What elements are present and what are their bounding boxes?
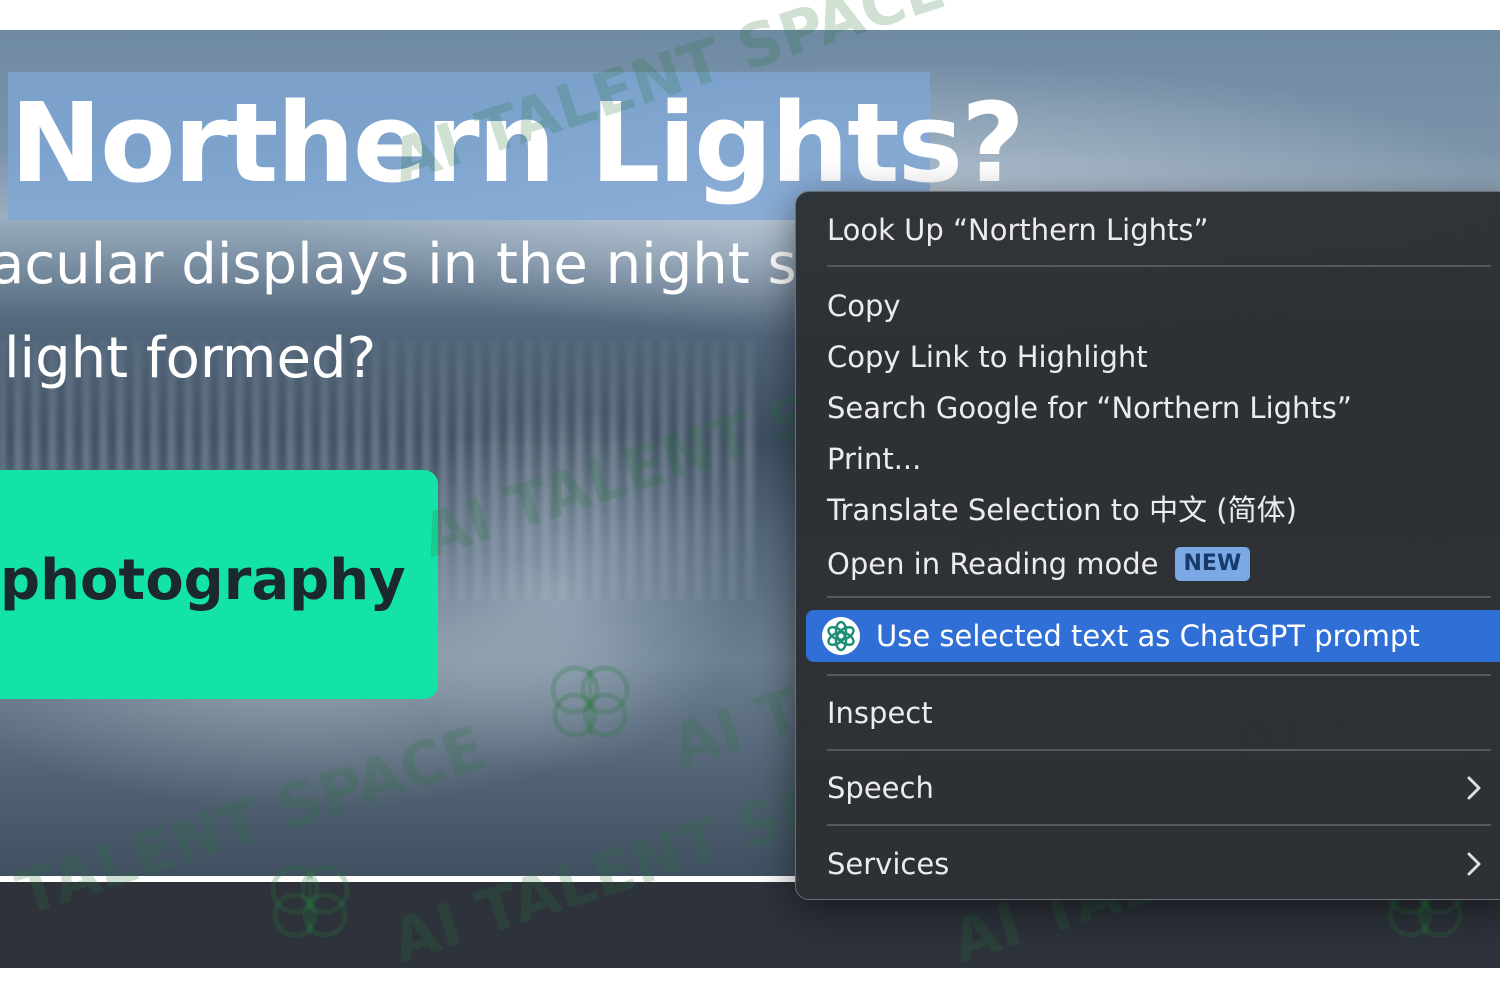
menu-item-open-in-reading-mode[interactable]: Open in Reading mode NEW	[827, 542, 1251, 586]
menu-item-inspect[interactable]: Inspect	[827, 691, 933, 735]
new-badge: NEW	[1174, 547, 1251, 581]
browser-viewport: Northern Lights? acular displays in the …	[0, 0, 1500, 1000]
hero-divider	[0, 876, 800, 882]
context-menu: Look Up “Northern Lights” Copy Copy Link…	[795, 191, 1500, 900]
menu-item-copy-link-to-highlight[interactable]: Copy Link to Highlight	[827, 335, 1148, 379]
chevron-right-icon	[1467, 852, 1481, 876]
chevron-right-icon	[1467, 776, 1481, 800]
menu-item-look-up[interactable]: Look Up “Northern Lights”	[827, 208, 1209, 252]
hero-subtitle-line-1: acular displays in the night s	[0, 232, 797, 297]
menu-item-search-google[interactable]: Search Google for “Northern Lights”	[827, 386, 1352, 430]
menu-item-translate-selection[interactable]: Translate Selection to 中文 (简体)	[827, 488, 1297, 532]
hero-subtitle-line-2: light formed?	[4, 326, 377, 391]
chatgpt-icon	[822, 617, 860, 655]
menu-item-copy[interactable]: Copy	[827, 284, 901, 328]
menu-separator	[827, 596, 1491, 598]
menu-item-services[interactable]: Services	[827, 842, 949, 886]
menu-separator	[827, 265, 1491, 267]
menu-separator	[827, 674, 1491, 676]
menu-item-use-selected-text-as-chatgpt-prompt[interactable]: Use selected text as ChatGPT prompt	[806, 610, 1500, 662]
menu-item-open-in-reading-mode-label: Open in Reading mode	[827, 547, 1159, 581]
photography-button[interactable]	[0, 470, 438, 699]
menu-item-speech[interactable]: Speech	[827, 766, 934, 810]
menu-separator	[827, 824, 1491, 826]
chatgpt-prompt-label: Use selected text as ChatGPT prompt	[876, 619, 1420, 653]
menu-item-print[interactable]: Print...	[827, 437, 921, 481]
menu-separator	[827, 749, 1491, 751]
